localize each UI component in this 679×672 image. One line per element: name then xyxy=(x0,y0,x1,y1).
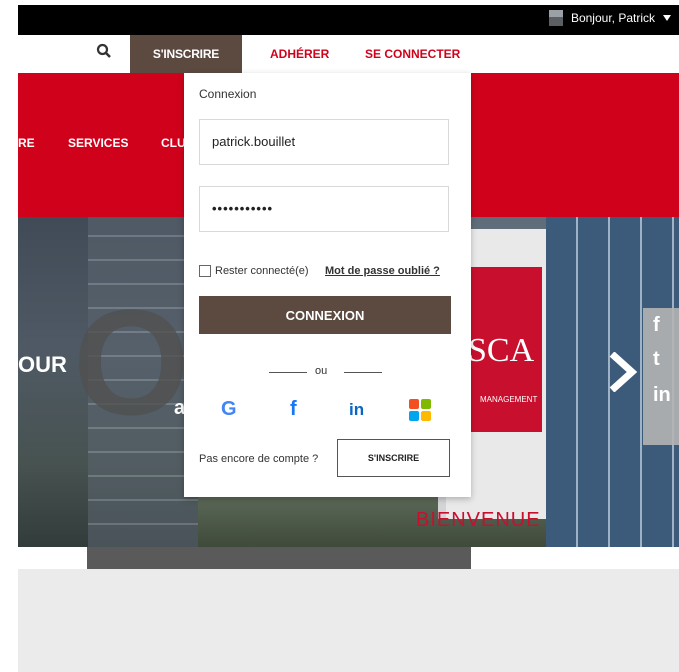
remember-label: Rester connecté(e) xyxy=(215,265,309,277)
facebook-icon[interactable]: f xyxy=(290,398,297,421)
top-bar: Bonjour, Patrick xyxy=(18,5,679,35)
no-account-label: Pas encore de compte ? xyxy=(199,453,319,465)
menu-item-partial[interactable]: RE xyxy=(18,136,35,150)
search-icon[interactable] xyxy=(96,43,112,59)
divider-left xyxy=(269,372,307,373)
hero-sign-subtitle: MANAGEMENT xyxy=(480,395,538,404)
hero-welcome: BIENVENUE xyxy=(416,509,541,531)
menu-item-clubs[interactable]: CLU xyxy=(161,136,186,150)
login-button[interactable]: CONNEXION xyxy=(199,296,451,334)
greeting-label: Bonjour, Patrick xyxy=(570,11,655,25)
main-nav: S'INSCRIRE ADHÉRER SE CONNECTER xyxy=(18,35,679,73)
twitter-icon[interactable]: t xyxy=(653,348,660,371)
login-dropdown: Connexion patrick.bouillet ••••••••••• R… xyxy=(184,73,471,497)
signup-tab[interactable]: S'INSCRIRE xyxy=(130,35,242,73)
facebook-icon[interactable]: f xyxy=(653,314,660,337)
remember-checkbox[interactable] xyxy=(199,265,211,277)
dropdown-shadow-bar xyxy=(87,547,471,569)
social-sidebar: f t in xyxy=(643,308,679,445)
hero-text: OUR xyxy=(18,352,67,377)
microsoft-icon[interactable] xyxy=(409,399,431,421)
remember-me[interactable]: Rester connecté(e) xyxy=(199,265,309,277)
linkedin-icon[interactable]: in xyxy=(653,384,671,407)
hero-big-letter: O xyxy=(73,278,190,446)
login-link[interactable]: SE CONNECTER xyxy=(365,35,460,73)
page-bottom xyxy=(18,569,679,672)
forgot-password-link[interactable]: Mot de passe oublié ? xyxy=(325,265,440,277)
or-label: ou xyxy=(315,365,328,377)
login-title: Connexion xyxy=(199,87,257,101)
avatar xyxy=(548,10,563,26)
menu-item-services[interactable]: SERVICES xyxy=(68,136,128,150)
chevron-down-icon xyxy=(663,15,671,21)
google-icon[interactable]: G xyxy=(221,398,237,421)
linkedin-icon[interactable]: in xyxy=(349,400,364,420)
join-link[interactable]: ADHÉRER xyxy=(270,35,329,73)
user-menu[interactable]: Bonjour, Patrick xyxy=(548,10,671,26)
chevron-right-icon[interactable] xyxy=(608,352,638,392)
divider-right xyxy=(344,372,382,373)
signup-button[interactable]: S'INSCRIRE xyxy=(337,439,450,477)
hero-sign-brand: SCA xyxy=(468,332,535,369)
password-field[interactable]: ••••••••••• xyxy=(199,186,449,232)
username-field[interactable]: patrick.bouillet xyxy=(199,119,449,165)
